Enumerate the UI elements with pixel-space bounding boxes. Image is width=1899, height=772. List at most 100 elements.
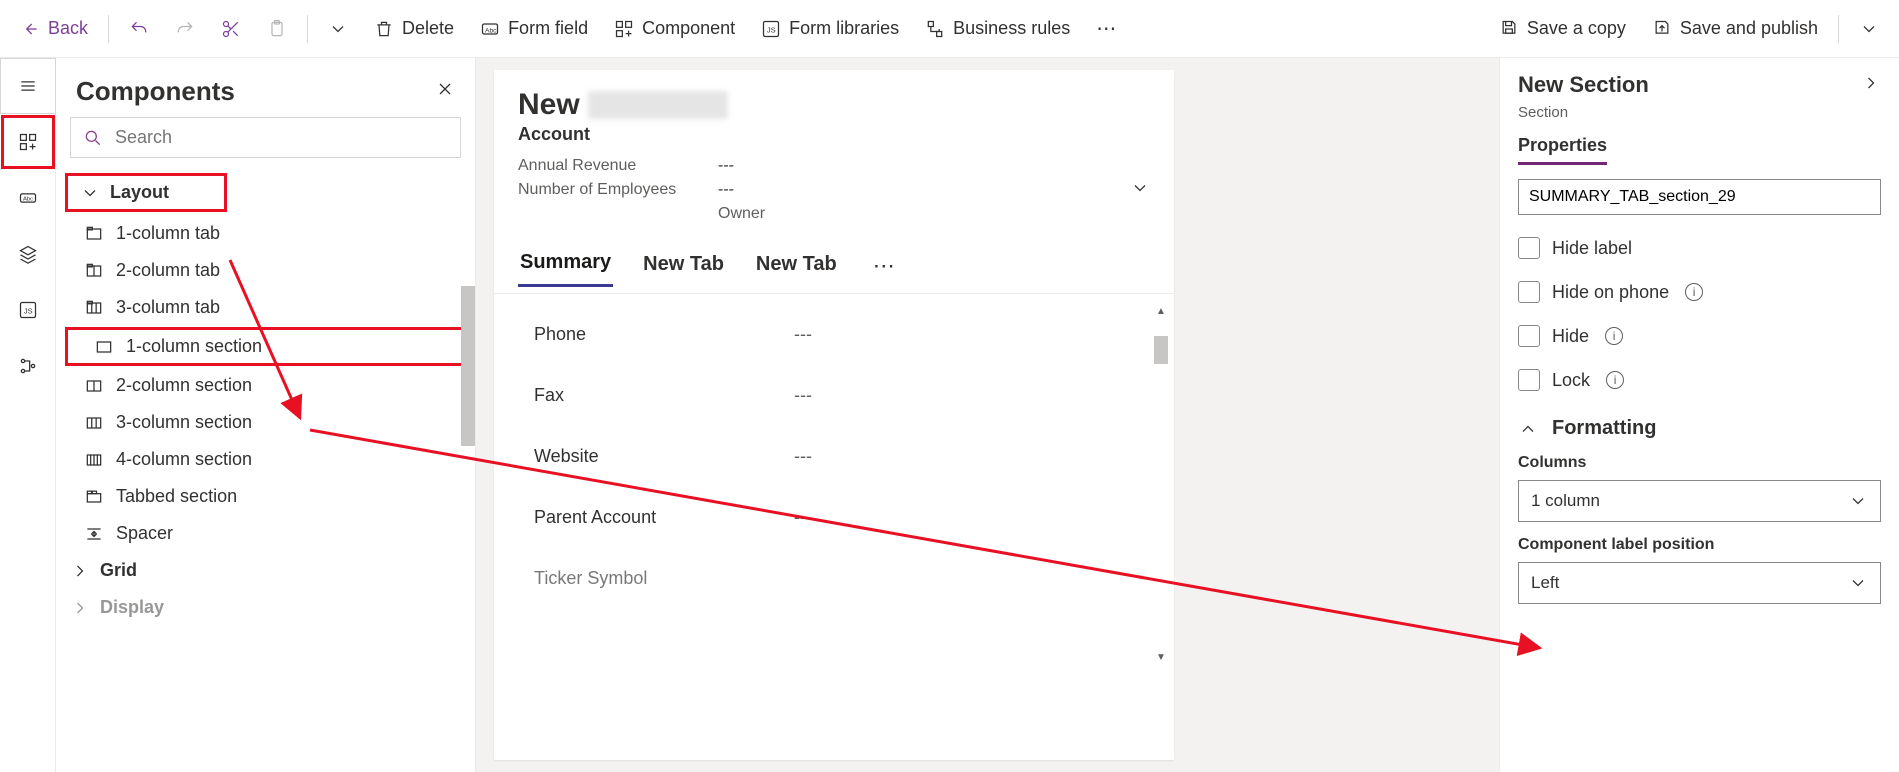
- checkbox-icon[interactable]: [1518, 369, 1540, 391]
- field-label: Phone: [534, 324, 794, 345]
- save-copy-button[interactable]: Save a copy: [1489, 12, 1636, 45]
- columns-select[interactable]: 1 column: [1518, 480, 1881, 522]
- props-tab-properties[interactable]: Properties: [1518, 135, 1607, 165]
- trash-icon: [374, 19, 394, 39]
- checkbox-icon[interactable]: [1518, 281, 1540, 303]
- save-publish-label: Save and publish: [1680, 18, 1818, 39]
- group-display-header[interactable]: Display: [56, 589, 475, 626]
- chevron-right-icon: [70, 598, 90, 618]
- tab-1col-icon: [84, 224, 104, 244]
- save-copy-icon: [1499, 19, 1519, 39]
- scroll-thumb[interactable]: [1154, 336, 1168, 364]
- item-label: 3-column tab: [116, 297, 220, 318]
- separator: [108, 15, 109, 43]
- form-field-row[interactable]: Fax ---: [534, 365, 1144, 426]
- component-button[interactable]: Component: [604, 12, 745, 45]
- scroll-down-icon[interactable]: ▼: [1154, 650, 1168, 664]
- rail-tree-button[interactable]: [0, 226, 56, 282]
- check-hide-label[interactable]: Hide label: [1518, 237, 1881, 259]
- tab-new-2[interactable]: New Tab: [754, 247, 839, 286]
- save-publish-dropdown[interactable]: [1849, 13, 1889, 45]
- form-body-scrollbar[interactable]: ▲ ▼: [1154, 304, 1168, 664]
- info-icon[interactable]: i: [1605, 327, 1623, 345]
- rail-components-button[interactable]: [0, 114, 56, 170]
- layout-item-tabbed-section[interactable]: Tabbed section: [56, 478, 475, 515]
- search-input[interactable]: [113, 126, 448, 149]
- tab-summary[interactable]: Summary: [518, 245, 613, 287]
- layout-item-3col-section[interactable]: 3-column section: [56, 404, 475, 441]
- group-layout-header[interactable]: Layout: [66, 174, 226, 211]
- undo-button[interactable]: [119, 13, 159, 45]
- layout-item-1col-section[interactable]: 1-column section: [66, 328, 465, 365]
- layout-item-2col-section[interactable]: 2-column section: [56, 367, 475, 404]
- rail-rules-button[interactable]: [0, 338, 56, 394]
- layout-item-3col-tab[interactable]: 3-column tab: [56, 289, 475, 326]
- chevron-down-icon: [1859, 19, 1879, 39]
- form-canvas: New Account Annual Revenue --- Number of…: [476, 58, 1499, 772]
- group-grid-label: Grid: [100, 560, 137, 581]
- group-grid-header[interactable]: Grid: [56, 552, 475, 589]
- checkbox-icon[interactable]: [1518, 237, 1540, 259]
- js-rail-icon: JS: [18, 300, 38, 320]
- delete-button[interactable]: Delete: [364, 12, 464, 45]
- checkbox-icon[interactable]: [1518, 325, 1540, 347]
- section-2col-icon: [84, 376, 104, 396]
- info-icon[interactable]: i: [1606, 371, 1624, 389]
- redo-button[interactable]: [165, 13, 205, 45]
- paste-button[interactable]: [257, 13, 297, 45]
- item-label: Spacer: [116, 523, 173, 544]
- hdr-field-label: Annual Revenue: [518, 157, 718, 175]
- panel-close-button[interactable]: [435, 79, 455, 104]
- item-label: 1-column tab: [116, 223, 220, 244]
- toolbar-chevron[interactable]: [318, 13, 358, 45]
- properties-panel: New Section Section Properties Hide labe…: [1499, 58, 1899, 772]
- toolbar-overflow[interactable]: ⋯: [1086, 10, 1126, 47]
- layout-item-4col-section[interactable]: 4-column section: [56, 441, 475, 478]
- tabs-overflow[interactable]: ⋯: [867, 249, 901, 283]
- save-publish-button[interactable]: Save and publish: [1642, 12, 1828, 45]
- props-expand-button[interactable]: [1861, 73, 1881, 98]
- tab-new-1[interactable]: New Tab: [641, 247, 726, 286]
- section-name-input[interactable]: [1518, 179, 1881, 215]
- svg-text:Abc: Abc: [23, 197, 33, 203]
- business-rules-button[interactable]: Business rules: [915, 12, 1080, 45]
- check-hide[interactable]: Hide i: [1518, 325, 1881, 347]
- form-field-row[interactable]: Ticker Symbol: [534, 548, 1144, 609]
- form-card[interactable]: New Account Annual Revenue --- Number of…: [494, 70, 1174, 760]
- item-label: 4-column section: [116, 449, 252, 470]
- flow-rail-icon: [18, 356, 38, 376]
- field-label: Website: [534, 446, 794, 467]
- form-field-row[interactable]: Parent Account ---: [534, 487, 1144, 548]
- business-rules-label: Business rules: [953, 18, 1070, 39]
- form-field-button[interactable]: Abc Form field: [470, 12, 598, 45]
- hamburger-button[interactable]: [0, 58, 56, 114]
- columns-label: Columns: [1518, 454, 1881, 472]
- item-label: 3-column section: [116, 412, 252, 433]
- header-expand-button[interactable]: [1130, 178, 1150, 203]
- cut-button[interactable]: [211, 13, 251, 45]
- components-search[interactable]: [70, 117, 461, 158]
- check-lock[interactable]: Lock i: [1518, 369, 1881, 391]
- check-label: Hide: [1552, 326, 1589, 347]
- svg-text:Abc: Abc: [485, 27, 497, 34]
- svg-text:JS: JS: [767, 25, 776, 34]
- hdr-field-label: Owner: [718, 205, 1110, 223]
- form-field-row[interactable]: Phone ---: [534, 304, 1144, 365]
- layout-item-spacer[interactable]: Spacer: [56, 515, 475, 552]
- scroll-up-icon[interactable]: ▲: [1154, 304, 1168, 318]
- panel-scrollbar[interactable]: [461, 286, 475, 446]
- form-field-row[interactable]: Website ---: [534, 426, 1144, 487]
- layout-item-2col-tab[interactable]: 2-column tab: [56, 252, 475, 289]
- info-icon[interactable]: i: [1685, 283, 1703, 301]
- label-position-select[interactable]: Left: [1518, 562, 1881, 604]
- rail-formfield-button[interactable]: Abc: [0, 170, 56, 226]
- formatting-header[interactable]: Formatting: [1518, 417, 1881, 440]
- check-hide-on-phone[interactable]: Hide on phone i: [1518, 281, 1881, 303]
- layout-item-1col-tab[interactable]: 1-column tab: [56, 215, 475, 252]
- section-1col-icon: [94, 337, 114, 357]
- field-value: ---: [794, 507, 1144, 528]
- rail-js-button[interactable]: JS: [0, 282, 56, 338]
- form-libraries-button[interactable]: JS Form libraries: [751, 12, 909, 45]
- chevron-right-icon: [70, 561, 90, 581]
- back-button[interactable]: Back: [10, 12, 98, 45]
